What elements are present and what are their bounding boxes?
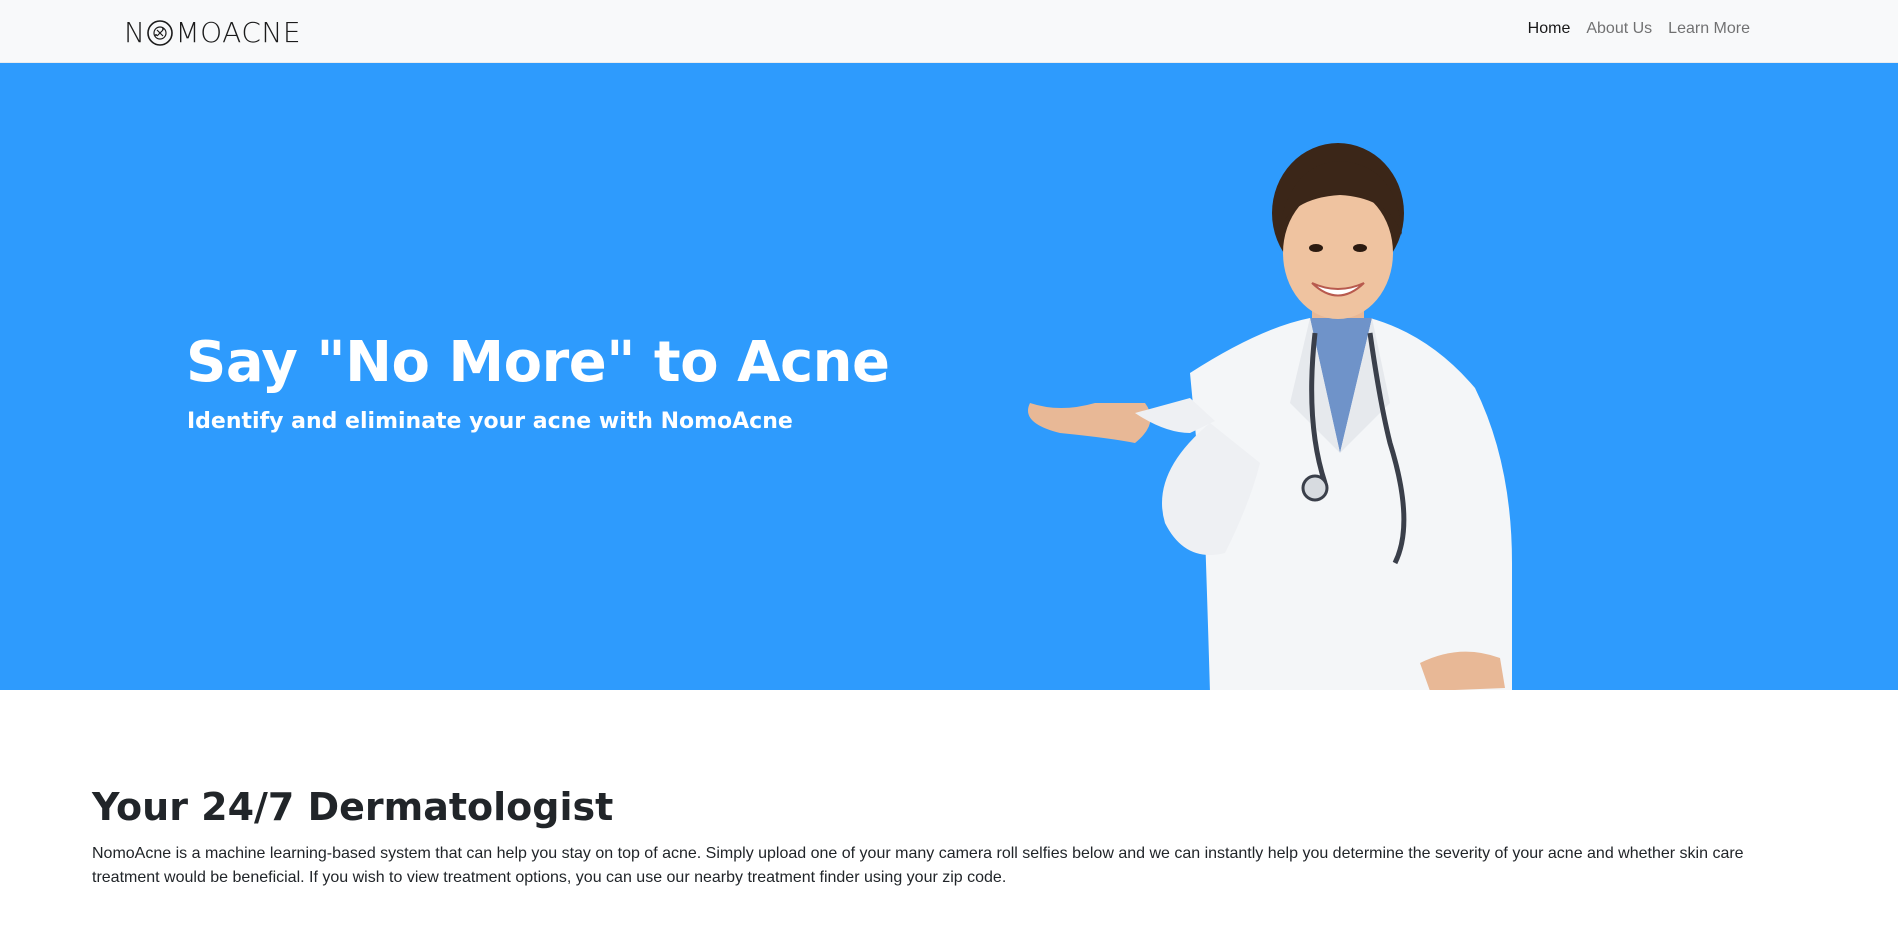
nav-about-us-link[interactable]: About Us [1586,20,1652,38]
brand-suffix: MOACNE [175,15,302,49]
doctor-illustration [1028,143,1512,690]
brand-prefix: N [124,15,146,49]
hero-subtitle: Identify and eliminate your acne with No… [187,409,793,434]
about-title: Your 24/7 Dermatologist [92,785,614,829]
nav-home-link[interactable]: Home [1528,20,1571,38]
about-description: NomoAcne is a machine learning-based sys… [92,845,1744,886]
hero-title: Say "No More" to Acne [186,330,890,395]
nav-learn-more-link[interactable]: Learn More [1668,20,1750,38]
nomoacne-logo-icon [146,19,174,47]
navbar: N MOACNE Home About Us Learn More [0,0,1898,63]
nav-links: Home About Us Learn More [1528,20,1750,38]
brand-logo[interactable]: N MOACNE [124,15,301,49]
hero-banner: Say "No More" to Acne Identify and elimi… [0,63,1898,690]
